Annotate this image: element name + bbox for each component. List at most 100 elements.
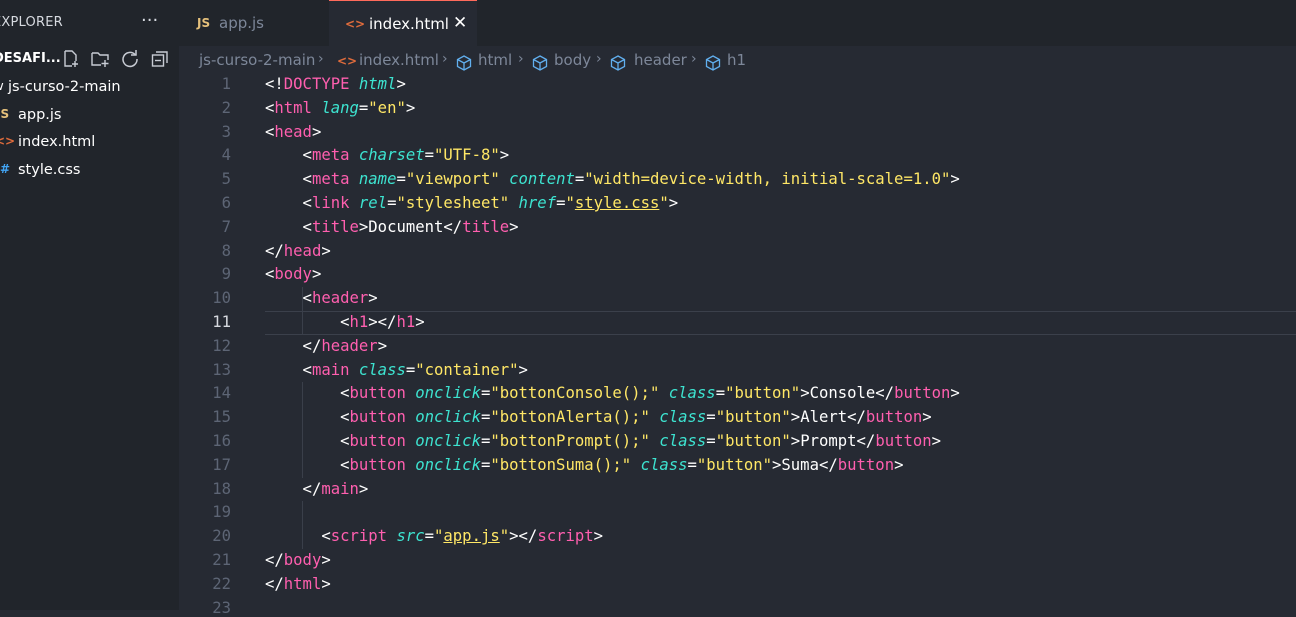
- element-cube-icon: [456, 55, 472, 71]
- code-token: Document: [368, 217, 444, 236]
- code-token: button: [875, 432, 932, 450]
- code-line[interactable]: <button onclick="bottonSuma();" class="b…: [265, 456, 903, 474]
- code-line[interactable]: </head>: [265, 242, 331, 260]
- line-number: 13: [212, 360, 231, 379]
- code-token: >: [377, 336, 388, 355]
- breadcrumb-folder[interactable]: js-curso-2-main: [199, 51, 315, 69]
- tree-file-index-html[interactable]: <> index.html: [0, 130, 179, 156]
- code-token: =: [480, 384, 491, 403]
- code-line[interactable]: </body>: [265, 551, 331, 569]
- line-number: 22: [212, 574, 231, 593]
- tree-file-style-css[interactable]: # style.css: [0, 158, 179, 184]
- code-line[interactable]: <main class="container">: [265, 361, 528, 379]
- line-number: 8: [221, 241, 231, 260]
- code-token: >: [396, 75, 406, 93]
- code-token: body: [274, 265, 312, 284]
- code-token: </: [818, 455, 838, 474]
- chevron-right-icon: ›: [442, 51, 448, 67]
- code-line[interactable]: <body>: [265, 265, 321, 283]
- code-token: </: [443, 217, 463, 236]
- more-actions-icon[interactable]: ···: [141, 10, 158, 31]
- code-token: script: [537, 527, 594, 546]
- code-line[interactable]: <h1></h1>: [265, 313, 425, 331]
- code-line[interactable]: <meta name="viewport" content="width=dev…: [265, 170, 960, 188]
- code-token: <: [265, 217, 312, 236]
- code-token: >: [405, 98, 416, 117]
- code-token: button: [894, 384, 951, 403]
- code-line[interactable]: <button onclick="bottonConsole();" class…: [265, 384, 960, 402]
- code-line[interactable]: <title>Document</title>: [265, 218, 519, 236]
- line-number: 11: [212, 313, 231, 331]
- breadcrumb-h1[interactable]: h1: [727, 51, 746, 69]
- code-line[interactable]: <button onclick="bottonPrompt();" class=…: [265, 432, 941, 450]
- collapse-all-icon[interactable]: [151, 50, 169, 68]
- code-token: <!: [265, 75, 284, 93]
- code-token: </: [265, 551, 284, 569]
- new-folder-icon[interactable]: [91, 50, 109, 68]
- code-token: Suma: [781, 455, 819, 474]
- code-token: <: [265, 289, 312, 308]
- code-token: =: [396, 170, 406, 189]
- tab-app-js[interactable]: JS app.js: [179, 0, 329, 46]
- code-token: <: [265, 455, 350, 474]
- code-line[interactable]: <link rel="stylesheet" href="style.css">: [265, 194, 679, 212]
- code-line[interactable]: </header>: [265, 336, 388, 355]
- code-line[interactable]: <meta charset="UTF-8">: [265, 146, 510, 164]
- breadcrumb-body[interactable]: body: [554, 51, 591, 69]
- code-line[interactable]: <html lang="en">: [265, 99, 415, 117]
- line-number: 10: [212, 289, 231, 308]
- tree-folder-js-curso-2-main[interactable]: ∨ js-curso-2-main: [0, 75, 179, 101]
- code-token: >: [950, 170, 960, 189]
- code-token: name: [358, 170, 397, 189]
- line-number: 18: [212, 479, 231, 498]
- project-header[interactable]: DESAFI...: [0, 48, 179, 72]
- close-icon[interactable]: ✕: [453, 13, 467, 33]
- refresh-icon[interactable]: [121, 50, 139, 68]
- element-cube-icon: [705, 55, 721, 71]
- code-token: <: [265, 265, 275, 284]
- code-line[interactable]: <script src="app.js"></script>: [265, 527, 603, 545]
- line-number: 20: [212, 527, 231, 546]
- code-token: "bottonSuma();": [490, 455, 632, 474]
- code-line[interactable]: </main>: [265, 480, 369, 498]
- breadcrumb-header[interactable]: header: [634, 51, 687, 69]
- code-token: =: [706, 432, 716, 450]
- breadcrumb-html[interactable]: html: [478, 51, 512, 69]
- code-line[interactable]: <head>: [265, 123, 321, 141]
- code-token: "bottonAlerta();": [490, 408, 650, 427]
- code-token: "button": [715, 432, 791, 450]
- code-line[interactable]: <button onclick="bottonAlerta();" class=…: [265, 408, 932, 426]
- tree-file-app-js[interactable]: JS app.js: [0, 103, 179, 129]
- code-token: >: [800, 384, 810, 403]
- code-line[interactable]: <header>: [265, 289, 378, 307]
- code-token: >: [368, 289, 378, 308]
- code-token: class: [358, 360, 406, 379]
- tab-label: app.js: [219, 14, 264, 32]
- tab-index-html[interactable]: <> index.html ✕: [329, 0, 477, 47]
- code-token: <: [265, 384, 350, 403]
- code-line[interactable]: </html>: [265, 575, 331, 593]
- code-token: rel: [358, 194, 388, 212]
- code-token: ": [434, 527, 444, 546]
- code-token: >: [358, 217, 369, 236]
- new-file-icon[interactable]: [62, 50, 80, 68]
- breadcrumb-file[interactable]: index.html: [359, 51, 439, 69]
- code-token: >: [311, 265, 322, 284]
- code-token: button: [349, 384, 406, 403]
- explorer-sidebar: EXPLORER ··· DESAFI... ∨ js-curso-2-main…: [0, 0, 180, 610]
- code-line[interactable]: <!DOCTYPE html>: [265, 75, 406, 93]
- code-token: >: [790, 432, 801, 450]
- code-token: </: [847, 408, 866, 427]
- code-editor[interactable]: 1 <!DOCTYPE html> 2 <html lang="en"> 3 <head>…: [179, 74, 1296, 617]
- code-token: ": [499, 527, 510, 546]
- code-token: src: [396, 527, 425, 546]
- code-token: =: [480, 408, 491, 427]
